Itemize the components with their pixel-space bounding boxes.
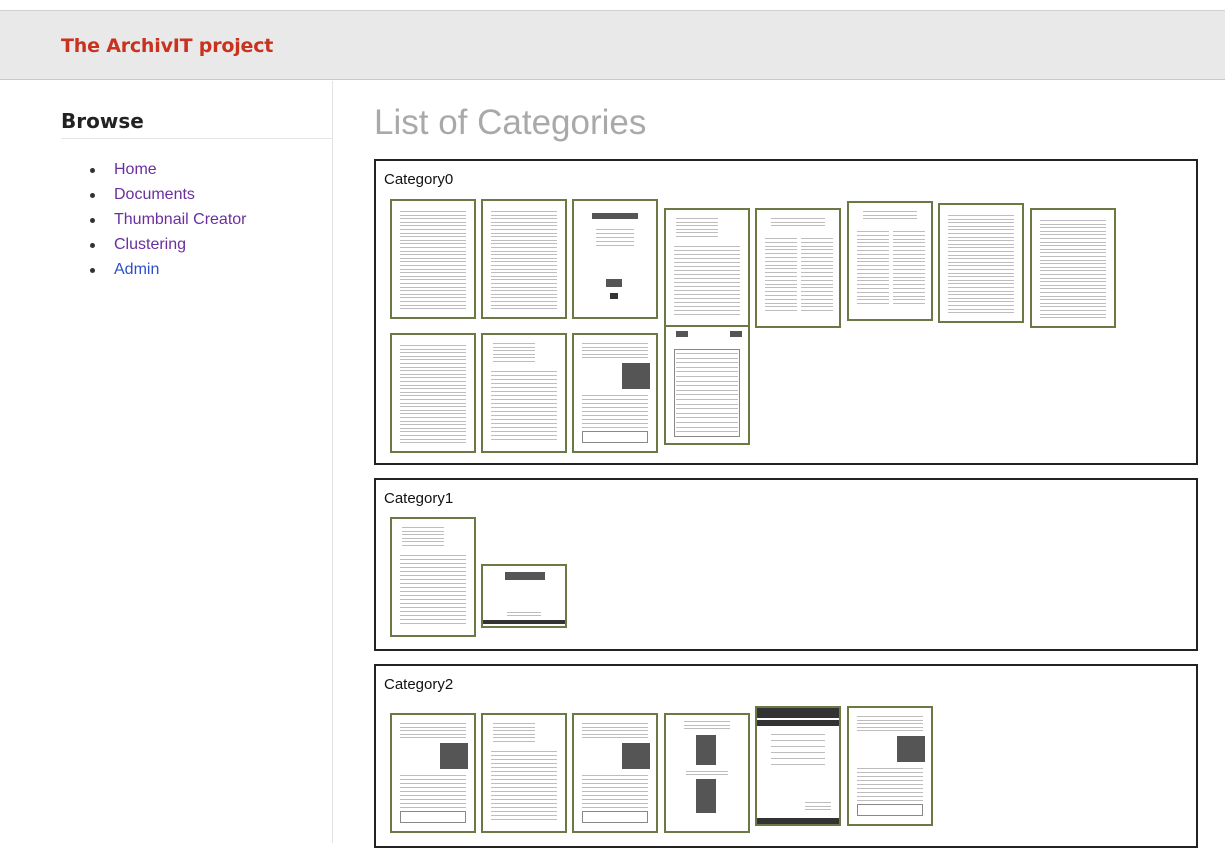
category-panel: Category1 <box>374 478 1198 651</box>
document-thumbnail[interactable] <box>847 201 933 321</box>
bullet-icon <box>90 218 95 223</box>
document-thumbnail[interactable] <box>572 199 658 319</box>
document-thumbnail[interactable] <box>847 706 933 826</box>
category-title[interactable]: Category2 <box>384 676 453 694</box>
sidebar-link-thumbnail-creator[interactable]: Thumbnail Creator <box>114 210 247 230</box>
category-title[interactable]: Category1 <box>384 490 453 508</box>
document-thumbnail[interactable] <box>664 325 750 445</box>
sidebar-link-admin[interactable]: Admin <box>114 260 159 280</box>
document-thumbnail[interactable] <box>390 333 476 453</box>
document-thumbnail[interactable] <box>481 333 567 453</box>
category-title[interactable]: Category0 <box>384 171 453 189</box>
document-thumbnail[interactable] <box>390 199 476 319</box>
page-title: List of Categories <box>374 103 647 142</box>
document-thumbnail[interactable] <box>481 199 567 319</box>
document-thumbnail[interactable] <box>664 713 750 833</box>
document-thumbnail[interactable] <box>481 564 567 628</box>
bullet-icon <box>90 168 95 173</box>
document-thumbnail[interactable] <box>755 208 841 328</box>
sidebar-link-clustering[interactable]: Clustering <box>114 235 186 255</box>
document-thumbnail[interactable] <box>390 713 476 833</box>
category-panel: Category0 <box>374 159 1198 465</box>
document-thumbnail[interactable] <box>1030 208 1116 328</box>
sidebar-title: Browse <box>61 106 333 139</box>
bullet-icon <box>90 268 95 273</box>
document-thumbnail[interactable] <box>572 333 658 453</box>
category-panel: Category2 <box>374 664 1198 848</box>
bullet-icon <box>90 243 95 248</box>
document-thumbnail[interactable] <box>572 713 658 833</box>
bullet-icon <box>90 193 95 198</box>
document-thumbnail[interactable] <box>755 706 841 826</box>
document-thumbnail[interactable] <box>938 203 1024 323</box>
document-thumbnail[interactable] <box>390 517 476 637</box>
brand-link[interactable]: The ArchivIT project <box>61 35 273 57</box>
sidebar-link-home[interactable]: Home <box>114 160 157 180</box>
document-thumbnail[interactable] <box>664 208 750 328</box>
top-navbar: The ArchivIT project <box>0 10 1225 80</box>
sidebar-link-documents[interactable]: Documents <box>114 185 195 205</box>
document-thumbnail[interactable] <box>481 713 567 833</box>
